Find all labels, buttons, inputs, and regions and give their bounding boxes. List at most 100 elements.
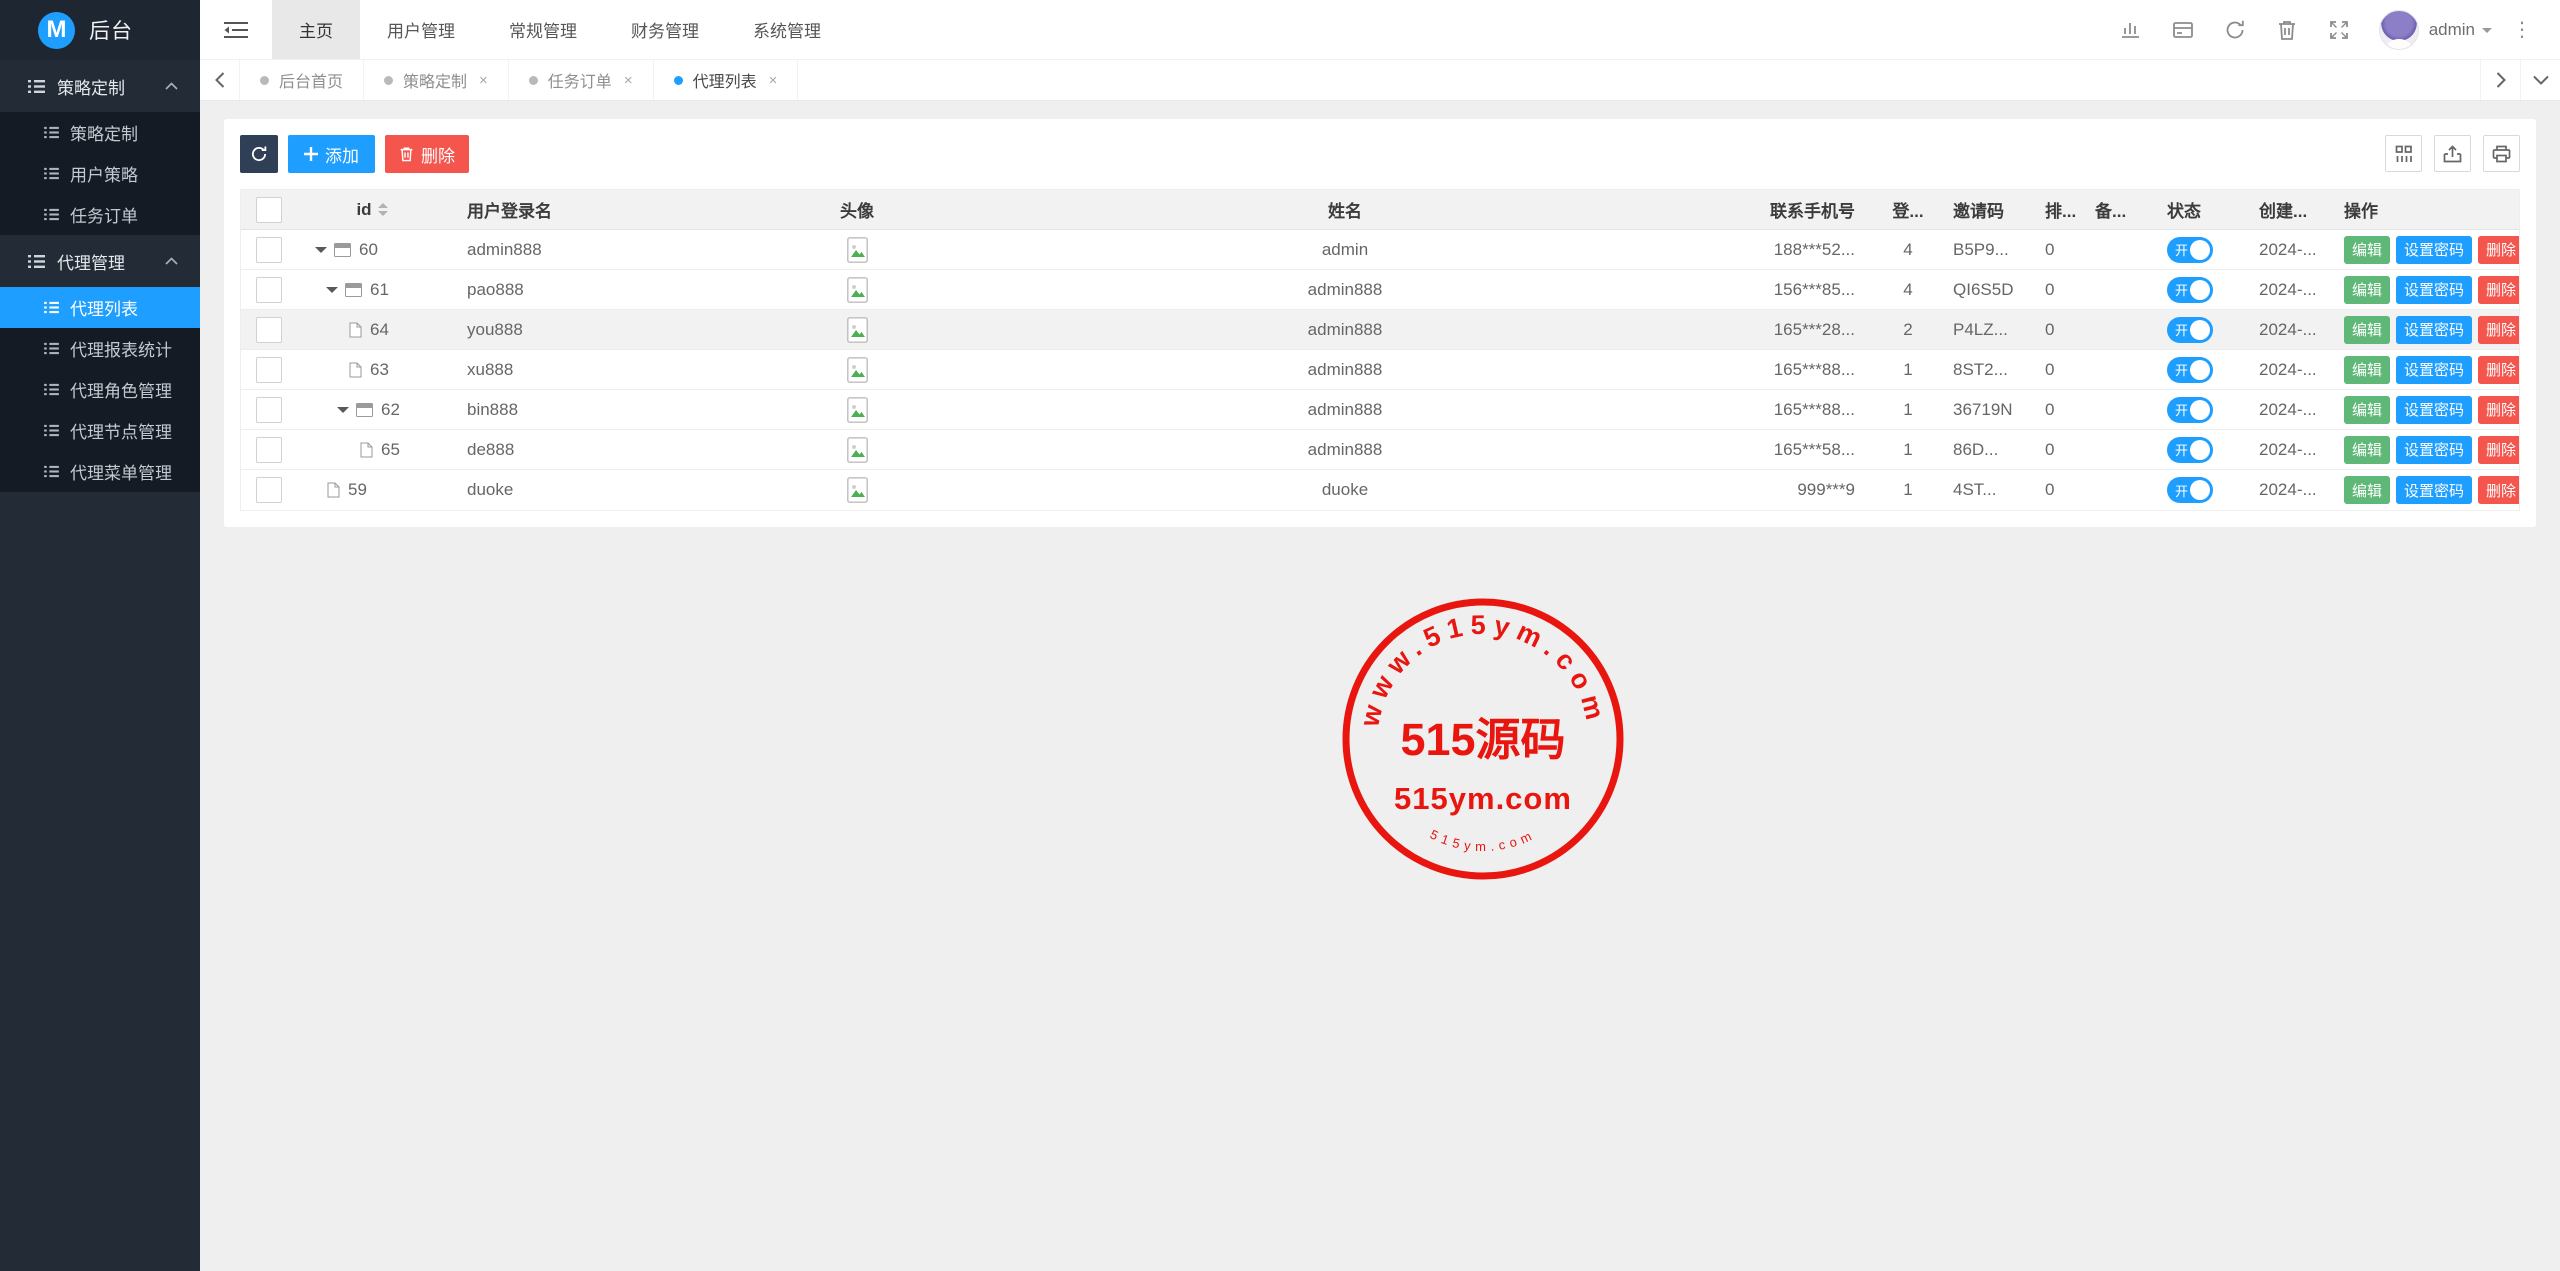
status-toggle[interactable]: 开 bbox=[2167, 317, 2213, 343]
nav-system-management[interactable]: 系统管理 bbox=[726, 0, 848, 59]
username[interactable]: admin bbox=[2429, 20, 2475, 40]
tree-expand-icon[interactable] bbox=[337, 407, 349, 413]
table-row[interactable]: 63 xu888 admin888 165***88... 1 8ST2... … bbox=[241, 350, 2519, 390]
sidebar-item-task-order[interactable]: 任务订单 bbox=[0, 194, 200, 235]
set-password-button[interactable]: 设置密码 bbox=[2396, 316, 2472, 344]
sidebar-item-agent-menu[interactable]: 代理菜单管理 bbox=[0, 451, 200, 492]
row-checkbox[interactable] bbox=[256, 237, 282, 263]
status-toggle[interactable]: 开 bbox=[2167, 237, 2213, 263]
nav-home[interactable]: 主页 bbox=[272, 0, 360, 59]
sort-icon[interactable] bbox=[378, 203, 388, 216]
sidebar-item-agent-role[interactable]: 代理角色管理 bbox=[0, 369, 200, 410]
row-checkbox[interactable] bbox=[256, 397, 282, 423]
close-icon[interactable]: × bbox=[479, 72, 488, 89]
edit-button[interactable]: 编辑 bbox=[2344, 476, 2390, 504]
sidebar-item-agent-node[interactable]: 代理节点管理 bbox=[0, 410, 200, 451]
column-id[interactable]: id bbox=[297, 190, 457, 229]
top-navigation: 主页 用户管理 常规管理 财务管理 系统管理 bbox=[272, 0, 848, 59]
login-name-cell: admin888 bbox=[457, 230, 737, 269]
topbar-actions: admin ⋮ bbox=[2105, 0, 2560, 59]
print-icon[interactable] bbox=[2483, 135, 2520, 172]
delete-row-button[interactable]: 删除 bbox=[2478, 436, 2519, 464]
nav-general-management[interactable]: 常规管理 bbox=[482, 0, 604, 59]
sidebar-item-strategy-custom[interactable]: 策略定制 bbox=[0, 112, 200, 153]
delete-row-button[interactable]: 删除 bbox=[2478, 396, 2519, 424]
tabs-scroll-right-icon[interactable] bbox=[2480, 60, 2520, 100]
column-login: 用户登录名 bbox=[457, 190, 737, 229]
table-row[interactable]: 61 pao888 admin888 156***85... 4 QI6S5D … bbox=[241, 270, 2519, 310]
edit-button[interactable]: 编辑 bbox=[2344, 236, 2390, 264]
column-status: 状态 bbox=[2157, 190, 2249, 229]
add-button[interactable]: 添加 bbox=[288, 135, 375, 173]
edit-button[interactable]: 编辑 bbox=[2344, 356, 2390, 384]
user-avatar[interactable] bbox=[2379, 10, 2419, 50]
set-password-button[interactable]: 设置密码 bbox=[2396, 476, 2472, 504]
refresh-icon[interactable] bbox=[2209, 19, 2261, 41]
sidebar-section-strategy[interactable]: 策略定制 bbox=[0, 60, 200, 112]
edit-button[interactable]: 编辑 bbox=[2344, 276, 2390, 304]
delete-row-button[interactable]: 删除 bbox=[2478, 476, 2519, 504]
topbar: 主页 用户管理 常规管理 财务管理 系统管理 admin ⋮ bbox=[200, 0, 2560, 60]
export-icon[interactable] bbox=[2434, 135, 2471, 172]
sidebar-section-agent[interactable]: 代理管理 bbox=[0, 235, 200, 287]
row-checkbox[interactable] bbox=[256, 477, 282, 503]
columns-filter-icon[interactable] bbox=[2385, 135, 2422, 172]
status-toggle[interactable]: 开 bbox=[2167, 277, 2213, 303]
login-count-cell: 1 bbox=[1873, 390, 1943, 429]
set-password-button[interactable]: 设置密码 bbox=[2396, 396, 2472, 424]
tree-expand-icon[interactable] bbox=[326, 287, 338, 293]
table-row[interactable]: 60 admin888 admin 188***52... 4 B5P9... … bbox=[241, 230, 2519, 270]
nav-finance-management[interactable]: 财务管理 bbox=[604, 0, 726, 59]
row-checkbox[interactable] bbox=[256, 317, 282, 343]
sidebar-item-agent-list[interactable]: 代理列表 bbox=[0, 287, 200, 328]
tree-expand-icon[interactable] bbox=[315, 247, 327, 253]
tabs-scroll-left-icon[interactable] bbox=[200, 60, 240, 100]
sidebar-item-user-strategy[interactable]: 用户策略 bbox=[0, 153, 200, 194]
toggle-knob bbox=[2190, 360, 2210, 380]
edit-button[interactable]: 编辑 bbox=[2344, 436, 2390, 464]
tab-strategy-custom[interactable]: 策略定制× bbox=[364, 60, 509, 100]
status-toggle[interactable]: 开 bbox=[2167, 357, 2213, 383]
fullscreen-icon[interactable] bbox=[2313, 19, 2365, 41]
app-logo[interactable]: M 后台 bbox=[0, 0, 200, 60]
table-row[interactable]: 59 duoke duoke 999***9 1 4ST... 0 开 2024… bbox=[241, 470, 2519, 510]
refresh-button[interactable] bbox=[240, 135, 278, 173]
edit-button[interactable]: 编辑 bbox=[2344, 396, 2390, 424]
select-all-checkbox[interactable] bbox=[256, 197, 282, 223]
delete-row-button[interactable]: 删除 bbox=[2478, 356, 2519, 384]
trash-icon[interactable] bbox=[2261, 19, 2313, 41]
tabs-menu-icon[interactable] bbox=[2520, 60, 2560, 100]
nav-user-management[interactable]: 用户管理 bbox=[360, 0, 482, 59]
close-icon[interactable]: × bbox=[624, 72, 633, 89]
bar-chart-icon[interactable] bbox=[2105, 19, 2157, 41]
set-password-button[interactable]: 设置密码 bbox=[2396, 236, 2472, 264]
table-row[interactable]: 65 de888 admin888 165***58... 1 86D... 0… bbox=[241, 430, 2519, 470]
collapse-menu-icon[interactable] bbox=[200, 0, 272, 59]
status-toggle[interactable]: 开 bbox=[2167, 477, 2213, 503]
delete-row-button[interactable]: 删除 bbox=[2478, 276, 2519, 304]
edit-button[interactable]: 编辑 bbox=[2344, 316, 2390, 344]
more-vertical-icon[interactable]: ⋮ bbox=[2492, 17, 2546, 42]
set-password-button[interactable]: 设置密码 bbox=[2396, 276, 2472, 304]
row-checkbox[interactable] bbox=[256, 437, 282, 463]
status-toggle[interactable]: 开 bbox=[2167, 437, 2213, 463]
close-icon[interactable]: × bbox=[769, 72, 778, 89]
row-checkbox[interactable] bbox=[256, 357, 282, 383]
name-cell: admin888 bbox=[977, 270, 1713, 309]
sidebar-item-agent-report[interactable]: 代理报表统计 bbox=[0, 328, 200, 369]
table-row[interactable]: 64 you888 admin888 165***28... 2 P4LZ...… bbox=[241, 310, 2519, 350]
tab-task-order[interactable]: 任务订单× bbox=[509, 60, 654, 100]
phone-cell: 188***52... bbox=[1713, 230, 1873, 269]
delete-row-button[interactable]: 删除 bbox=[2478, 316, 2519, 344]
delete-row-button[interactable]: 删除 bbox=[2478, 236, 2519, 264]
table-row[interactable]: 62 bin888 admin888 165***88... 1 36719N … bbox=[241, 390, 2519, 430]
set-password-button[interactable]: 设置密码 bbox=[2396, 436, 2472, 464]
tab-home[interactable]: 后台首页 bbox=[240, 60, 364, 100]
logo-icon: M bbox=[38, 12, 75, 49]
delete-button[interactable]: 删除 bbox=[385, 135, 469, 173]
set-password-button[interactable]: 设置密码 bbox=[2396, 356, 2472, 384]
card-panel-icon[interactable] bbox=[2157, 19, 2209, 41]
tab-agent-list[interactable]: 代理列表× bbox=[654, 60, 799, 100]
row-checkbox[interactable] bbox=[256, 277, 282, 303]
status-toggle[interactable]: 开 bbox=[2167, 397, 2213, 423]
